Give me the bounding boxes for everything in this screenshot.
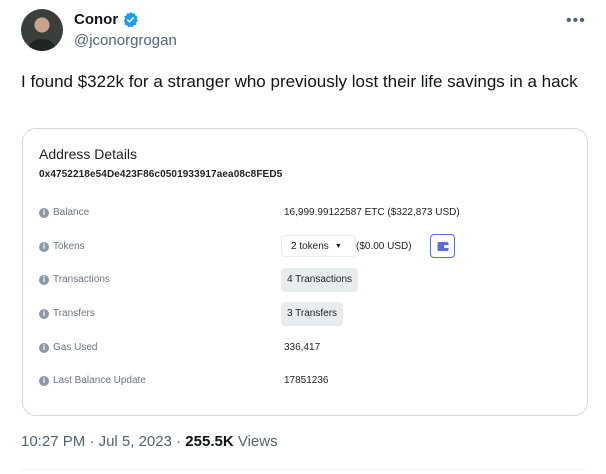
avatar[interactable] <box>21 9 63 51</box>
wallet-button[interactable] <box>430 234 455 258</box>
author-handle[interactable]: @jconorgrogan <box>74 32 177 49</box>
caret-down-icon: ▼ <box>334 242 342 250</box>
address-details-card[interactable]: Address Details 0x4752218e54De423F86c050… <box>22 128 588 416</box>
transactions-button[interactable]: 4 Transactions <box>281 268 359 292</box>
views-label: Views <box>237 433 278 450</box>
last-balance-update-label-text: Last Balance Update <box>53 375 146 386</box>
tweet-time[interactable]: 10:27 PM <box>21 433 85 450</box>
footer-separator: · <box>176 433 182 450</box>
gas-used-label: i Gas Used <box>39 342 97 353</box>
info-circle-icon: i <box>39 207 49 218</box>
wallet-icon <box>437 242 449 251</box>
card-title: Address Details <box>39 146 138 162</box>
author-name[interactable]: Conor <box>74 11 118 28</box>
info-circle-icon: i <box>39 274 49 285</box>
transfers-button[interactable]: 3 Transfers <box>281 302 344 326</box>
tokens-usd-value: ($0.00 USD) <box>356 241 412 252</box>
footer-separator: · <box>89 433 95 450</box>
info-circle-icon: i <box>39 342 49 353</box>
transactions-label-text: Transactions <box>53 274 110 285</box>
info-circle-icon: i <box>39 375 49 386</box>
gas-used-label-text: Gas Used <box>53 342 98 353</box>
wallet-address: 0x4752218e54De423F86c0501933917aea08c8FE… <box>39 169 283 180</box>
gas-used-value: 336,417 <box>284 342 321 353</box>
tweet-date[interactable]: Jul 5, 2023 <box>99 433 172 450</box>
tokens-dropdown-label: 2 tokens <box>291 240 329 252</box>
tokens-label-text: Tokens <box>53 241 85 252</box>
transfers-label: i Transfers <box>39 308 95 319</box>
views-count[interactable]: 255.5K <box>185 433 233 450</box>
info-circle-icon: i <box>39 241 49 252</box>
last-balance-update-label: i Last Balance Update <box>39 375 146 386</box>
more-horizontal-icon[interactable]: ••• <box>566 12 586 30</box>
author-name-row: Conor <box>74 11 139 28</box>
balance-label: i Balance <box>39 207 89 218</box>
balance-label-text: Balance <box>53 207 90 218</box>
divider <box>21 469 588 470</box>
verified-badge-icon <box>122 11 139 28</box>
info-circle-icon: i <box>39 308 49 319</box>
balance-value: 16,999.99122587 ETC ($322,873 USD) <box>284 207 460 218</box>
tweet-footer: 10:27 PM · Jul 5, 2023 · 255.5K Views <box>21 433 278 450</box>
tweet-text: I found $322k for a stranger who previou… <box>21 72 578 91</box>
transfers-label-text: Transfers <box>53 308 95 319</box>
last-balance-update-value[interactable]: 17851236 <box>284 375 329 386</box>
tokens-dropdown[interactable]: 2 tokens ▼ <box>281 235 356 257</box>
transactions-label: i Transactions <box>39 274 110 285</box>
tokens-label: i Tokens <box>39 241 85 252</box>
